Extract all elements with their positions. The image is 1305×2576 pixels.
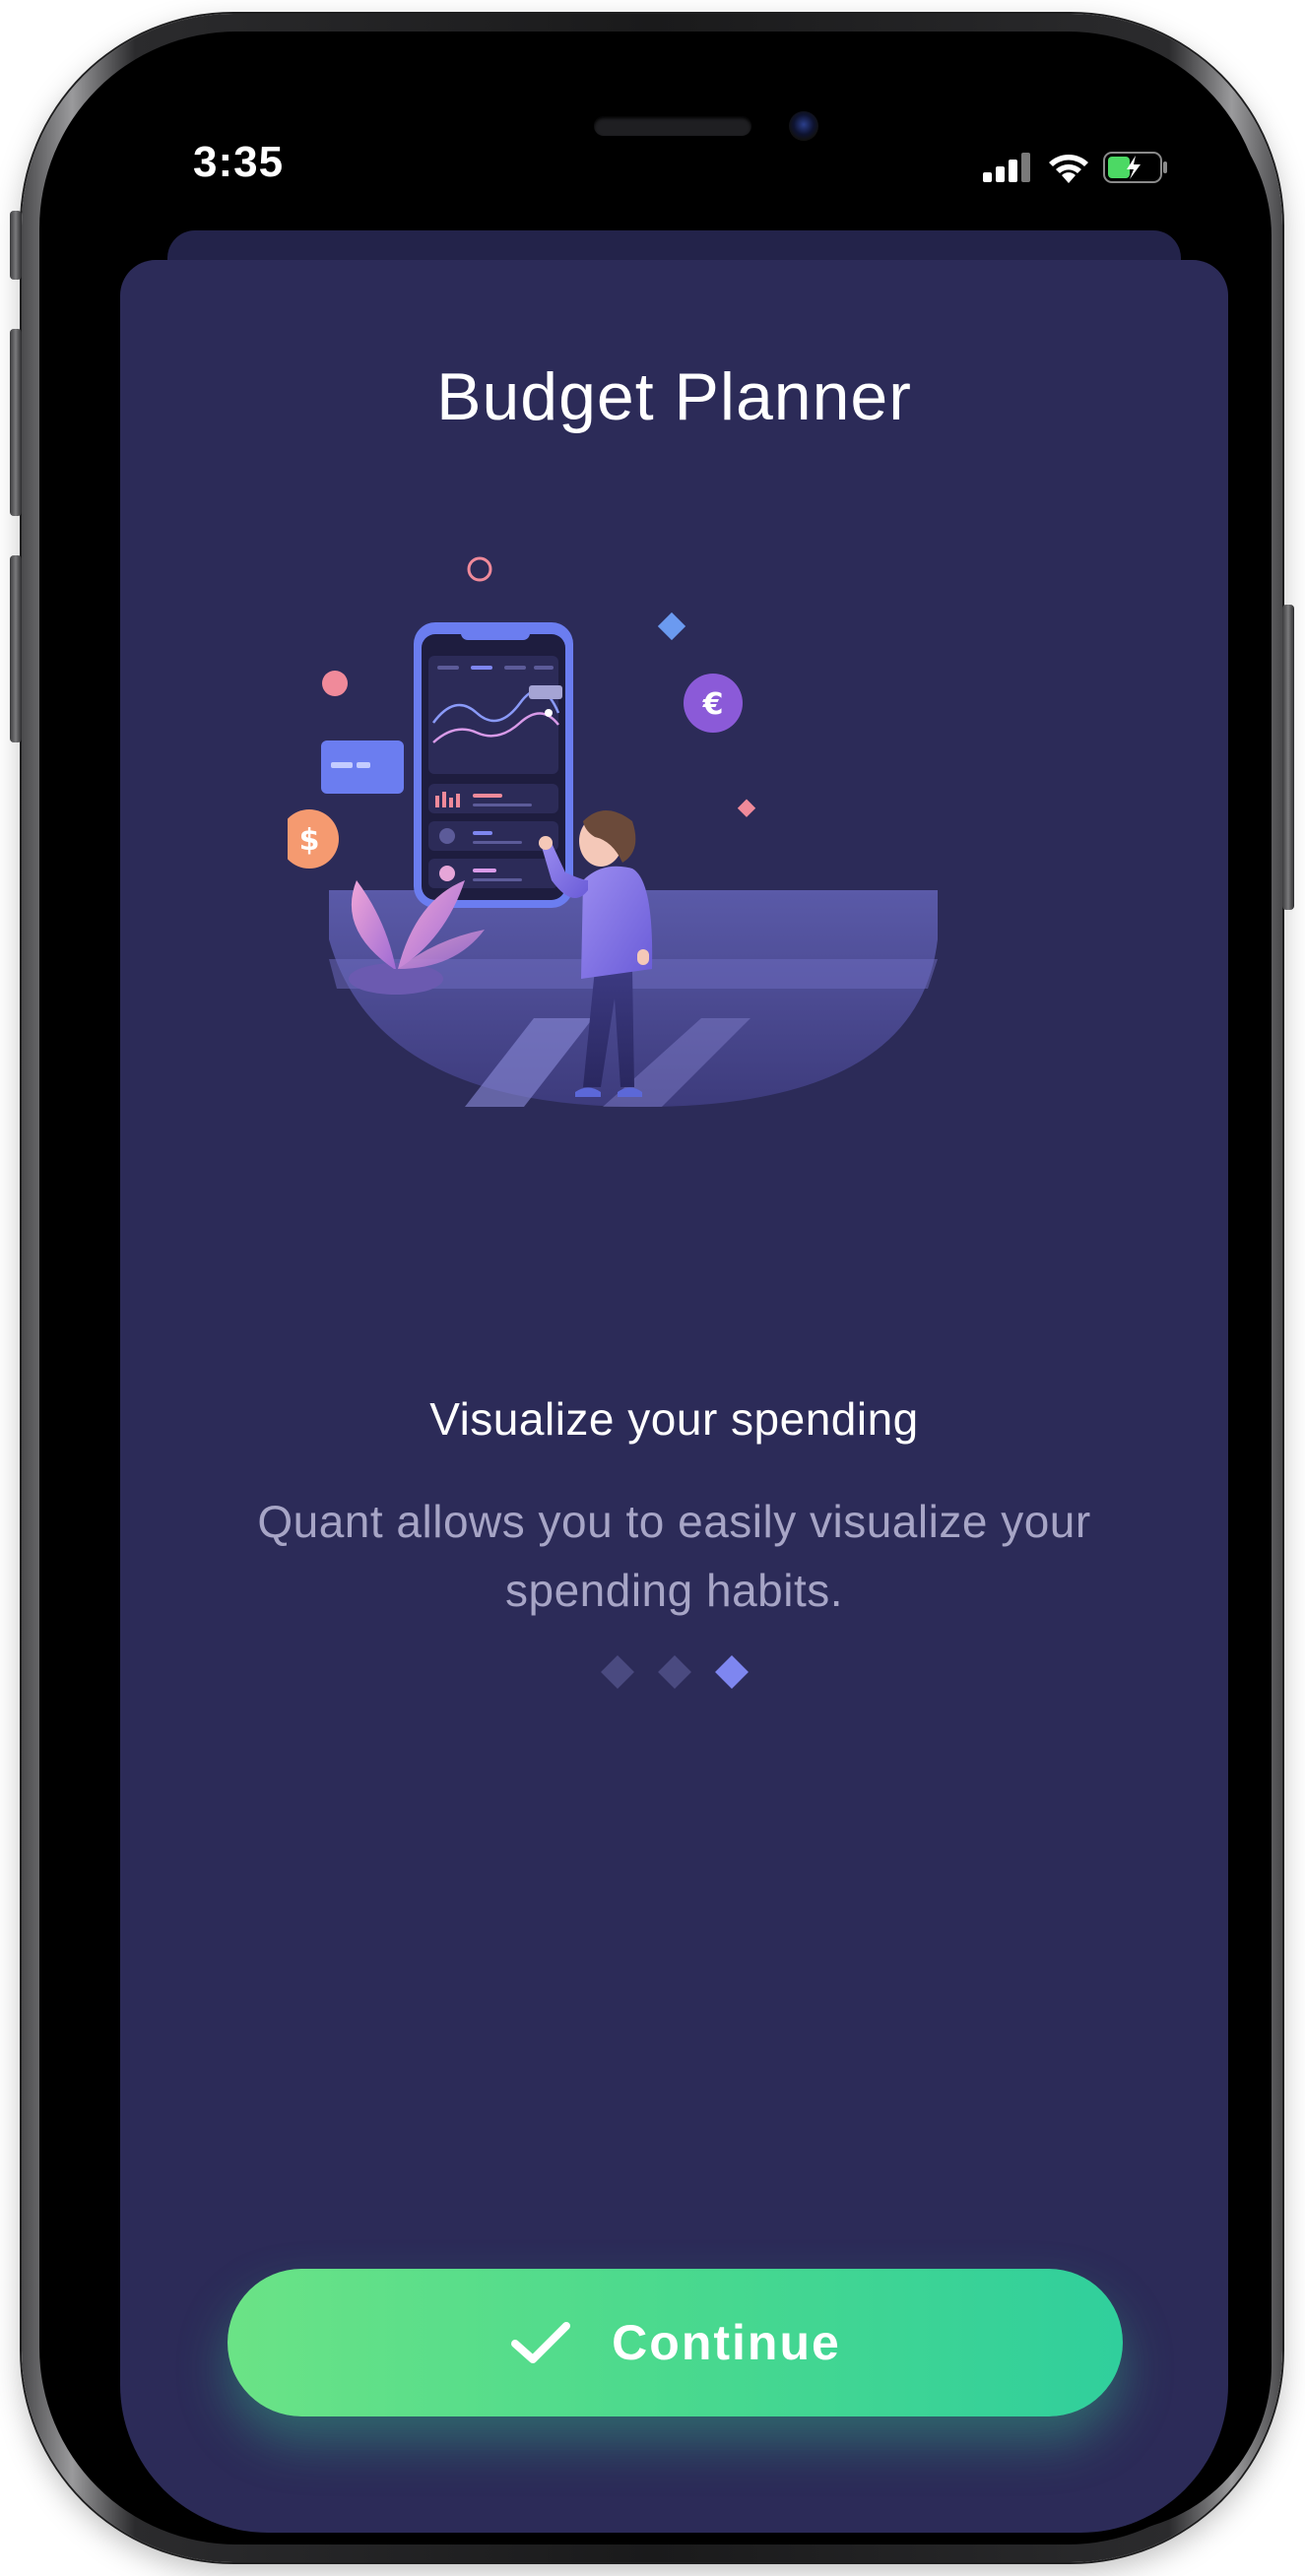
person-viewing-phone-charts-illustration: $ € <box>288 556 938 1107</box>
continue-button[interactable]: Continue <box>228 2269 1123 2416</box>
slide-description: Quant allows you to easily visualize you… <box>257 1496 1091 1616</box>
status-icons <box>983 148 1168 187</box>
status-time: 3:35 <box>193 138 285 186</box>
side-button-power <box>1282 605 1294 910</box>
page-dot-3-active[interactable] <box>714 1655 749 1689</box>
side-button-volume-down <box>10 555 22 742</box>
front-camera <box>789 111 818 141</box>
onboarding-card: Budget Planner $ € Visualize your spendi… <box>120 260 1228 2533</box>
wifi-icon <box>1049 155 1088 183</box>
page-indicator[interactable] <box>120 1655 1228 1689</box>
screen: 3:35 Budget Planner $ € Visualize your s… <box>77 69 1272 2533</box>
slide-heading: Visualize your spending <box>429 1393 919 1445</box>
checkmark-icon <box>511 2322 571 2363</box>
side-button-volume-up <box>10 329 22 516</box>
battery-charging-icon <box>1103 152 1167 183</box>
svg-text:€: € <box>702 687 724 722</box>
svg-text:$: $ <box>299 823 320 858</box>
cellular-signal-icon <box>983 153 1030 182</box>
page-title: Budget Planner <box>436 359 912 434</box>
side-button-mute <box>10 211 22 280</box>
speaker-grille <box>594 116 751 136</box>
page-dot-1[interactable] <box>600 1655 634 1689</box>
phone-frame: 3:35 Budget Planner $ € Visualize your s… <box>10 14 1294 2562</box>
page-dot-2[interactable] <box>657 1655 691 1689</box>
continue-label: Continue <box>612 2315 841 2370</box>
